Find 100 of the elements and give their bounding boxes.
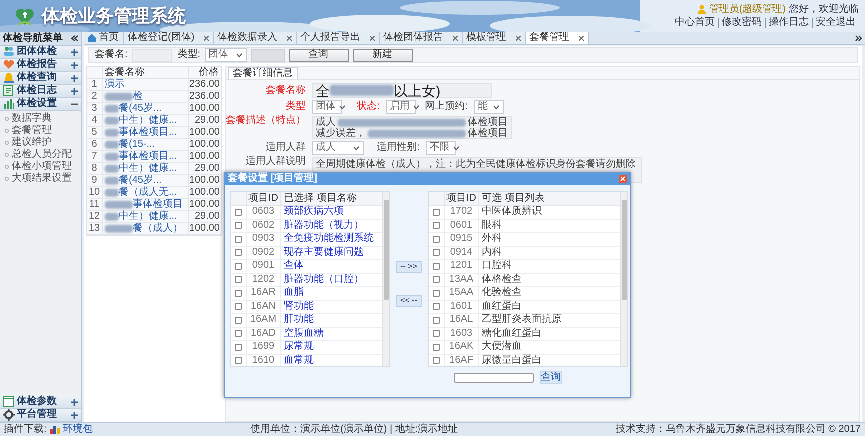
checkbox[interactable] — [433, 344, 440, 351]
collapse-icon[interactable] — [71, 35, 78, 42]
scrollbar[interactable] — [382, 192, 389, 366]
tab[interactable]: 体检数据录入 — [214, 32, 297, 44]
table-cell: 100.00 — [189, 151, 221, 163]
tab[interactable]: 模板管理 — [462, 32, 526, 44]
toolbar-button[interactable]: 查询 — [288, 48, 349, 62]
checkbox[interactable] — [433, 249, 440, 256]
checkbox[interactable] — [433, 330, 440, 338]
row-number: 7 — [87, 151, 103, 163]
checkbox[interactable] — [433, 290, 440, 297]
table-cell: 100.00 — [189, 223, 221, 235]
menu-group[interactable]: 体检日志 — [0, 85, 81, 98]
checkbox[interactable] — [235, 303, 242, 310]
checkbox[interactable] — [433, 262, 440, 270]
field-text: 减少误差， — [316, 129, 366, 139]
chevron-down-icon — [339, 104, 346, 110]
menu-item[interactable]: 大项结果设置 — [0, 174, 81, 184]
expand-tabs-icon[interactable] — [855, 35, 862, 42]
menu-group[interactable]: 体检查询 — [0, 72, 81, 85]
checkbox[interactable] — [235, 357, 242, 364]
table-cell: 0903 — [247, 233, 281, 246]
header-link[interactable]: 修改密码 — [718, 18, 765, 28]
download-link[interactable]: 环境包 — [62, 424, 93, 434]
table-cell: 0603 — [247, 206, 281, 220]
header-link[interactable]: 中心首页 — [672, 18, 718, 28]
checkbox[interactable] — [235, 236, 242, 243]
scrollbar-thumb[interactable] — [384, 200, 388, 300]
checkbox[interactable] — [235, 276, 242, 284]
menu-item[interactable]: 体检小项管理 — [0, 162, 81, 172]
package-name-field[interactable]: 全 以上女) — [312, 83, 492, 98]
checkbox[interactable] — [433, 208, 440, 216]
table-cell: 100.00 — [189, 175, 221, 187]
table-cell: 16AM — [247, 314, 281, 328]
checkbox[interactable] — [433, 236, 440, 243]
toolbar-button[interactable]: 新建 — [352, 48, 413, 62]
cell-text: 餐(45岁... — [119, 104, 162, 114]
table-cell: 16AK — [445, 341, 479, 354]
move-button[interactable]: << -- — [396, 295, 422, 307]
name-search-field[interactable] — [132, 48, 172, 62]
checkbox[interactable] — [235, 208, 242, 216]
checkbox[interactable] — [433, 316, 440, 324]
field-label: 套餐名: — [95, 50, 128, 60]
tab[interactable]: 体检登记(团体) — [124, 32, 214, 44]
checkbox[interactable] — [433, 303, 440, 310]
menu-item[interactable]: 数据字典 — [0, 114, 81, 124]
close-icon[interactable] — [516, 36, 521, 40]
search-field[interactable] — [454, 372, 534, 382]
menu-item[interactable]: 建议维护 — [0, 138, 81, 148]
tab[interactable]: 套餐管理 — [526, 32, 589, 44]
close-icon[interactable] — [204, 36, 209, 40]
cell-text: 演示 — [105, 80, 125, 90]
table-cell: 16AN — [247, 300, 281, 314]
chevron-down-icon — [236, 52, 243, 58]
header-link[interactable]: 操作日志 — [765, 18, 812, 28]
checkbox[interactable] — [433, 276, 440, 284]
cell-text: 中生）健康... — [119, 212, 178, 222]
close-icon[interactable] — [578, 36, 584, 40]
scrollbar[interactable] — [620, 192, 627, 366]
row-number: 8 — [87, 163, 103, 175]
checkbox[interactable] — [235, 290, 242, 297]
checkbox[interactable] — [235, 222, 242, 230]
description-field[interactable]: 成人 体检项目 减少误差， 体检项目 — [312, 116, 512, 139]
tab[interactable]: 体检团体报告 — [380, 32, 463, 44]
checkbox[interactable] — [433, 357, 440, 364]
checkbox[interactable] — [235, 249, 242, 256]
detail-tab[interactable]: 套餐详细信息 — [228, 67, 298, 79]
search-button[interactable]: 查询 — [540, 371, 562, 384]
checkbox[interactable] — [235, 316, 242, 324]
field-text: 以上女) — [394, 84, 441, 98]
table-cell: 16AR — [247, 287, 281, 300]
menu-group[interactable]: 平台管理 — [0, 409, 81, 422]
table-cell: 13AA — [445, 274, 479, 287]
tab[interactable]: 首页 — [84, 32, 124, 44]
checkbox[interactable] — [235, 344, 242, 351]
menu-group[interactable]: 体检设置 — [0, 98, 81, 111]
greeting-text: 您好，欢迎光临 — [789, 4, 859, 14]
checkbox[interactable] — [433, 222, 440, 230]
move-button[interactable]: -- >> — [396, 261, 422, 273]
checkbox[interactable] — [235, 330, 242, 338]
menu-group[interactable]: 体检报告 — [0, 59, 81, 72]
settings-icon — [3, 409, 15, 421]
tab[interactable]: 个人报告导出 — [296, 32, 380, 44]
close-icon[interactable] — [370, 36, 375, 40]
scrollbar-thumb[interactable] — [622, 200, 626, 300]
online-booking-select[interactable]: 能 — [474, 100, 504, 114]
close-icon[interactable] — [286, 36, 292, 40]
header-link[interactable]: 安全退出 — [812, 18, 859, 28]
table-cell: 糖化血红蛋白 — [479, 328, 620, 341]
field-text: 体检项目 — [468, 118, 508, 128]
type-select[interactable]: 团体 — [204, 48, 247, 62]
column-header: 可选 项目列表 — [479, 192, 620, 206]
table-cell: 15AA — [445, 287, 479, 300]
menu-item[interactable]: 总检人员分配 — [0, 150, 81, 160]
close-icon[interactable] — [452, 36, 458, 40]
menu-group[interactable]: 体检参数 — [0, 396, 81, 409]
menu-group[interactable]: 团体体检 — [0, 46, 81, 59]
menu-item[interactable]: 套餐管理 — [0, 126, 81, 136]
crowd-select[interactable]: 成人 — [312, 141, 364, 155]
checkbox[interactable] — [235, 262, 242, 270]
